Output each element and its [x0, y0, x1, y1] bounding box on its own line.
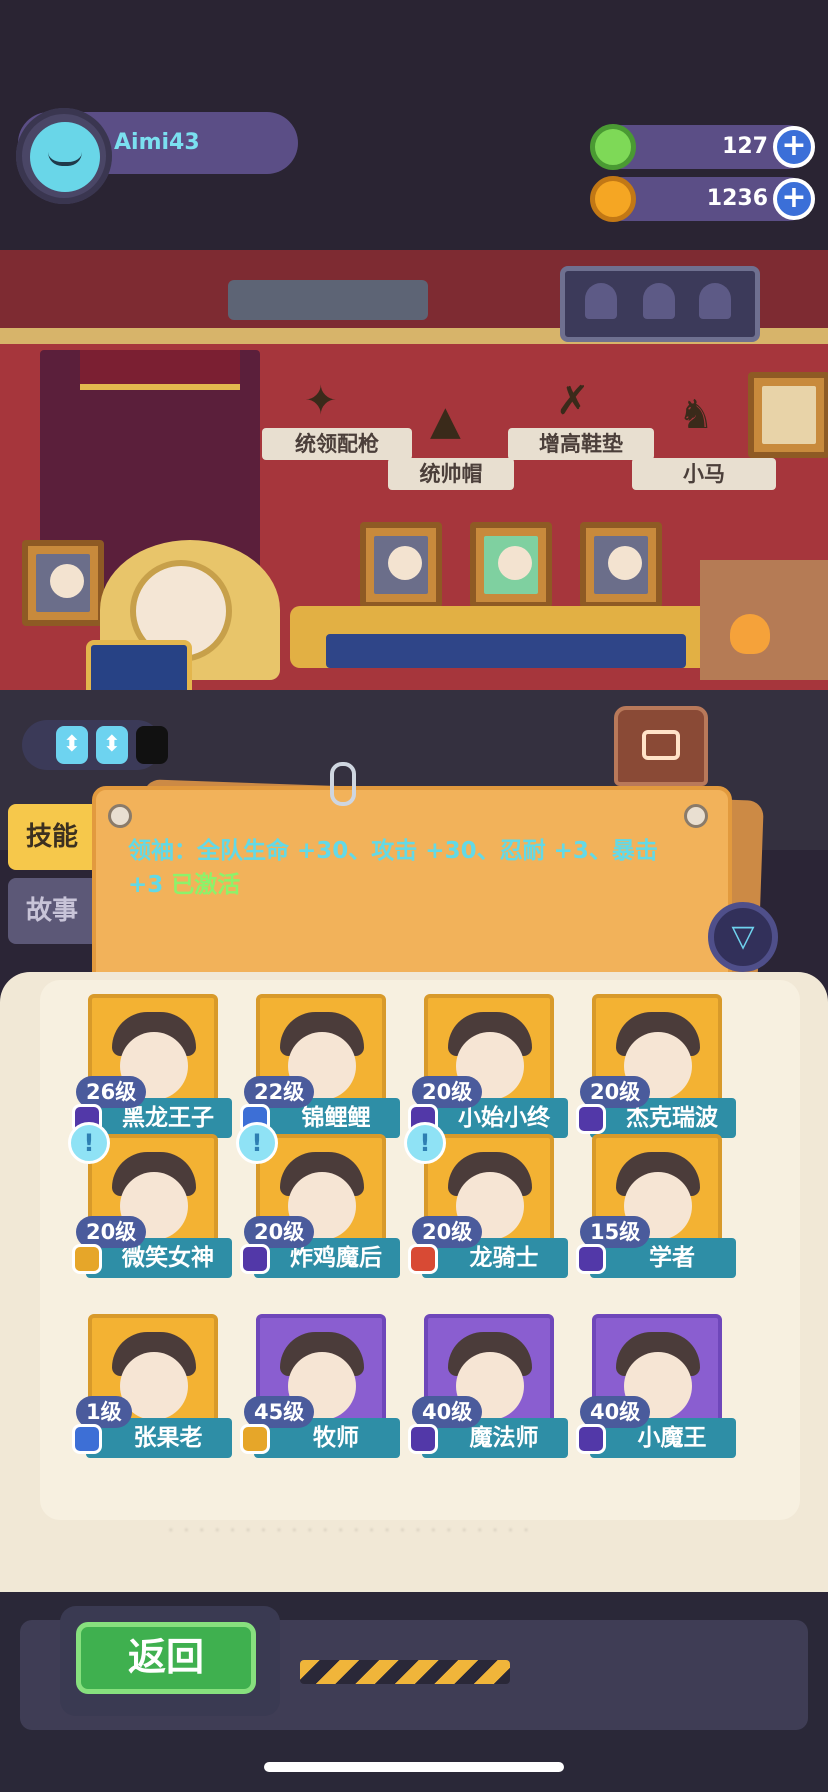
- vent: [228, 280, 428, 320]
- coin-count: 1236: [706, 186, 768, 211]
- home-indicator[interactable]: [264, 1762, 564, 1772]
- equip-label-pistol[interactable]: 统领配枪: [262, 428, 412, 460]
- share-icon: [642, 730, 680, 760]
- fireplace: [700, 560, 828, 680]
- class-badge-icon: [408, 1244, 438, 1274]
- insole-icon[interactable]: ✗: [556, 378, 590, 424]
- charge-empty-slot: [136, 726, 168, 764]
- charge-slots: ⬍ ⬍: [22, 720, 168, 770]
- class-badge-icon: [240, 1424, 270, 1454]
- ghost-display: [560, 266, 760, 342]
- class-badge-icon: [240, 1244, 270, 1274]
- add-coin-button[interactable]: +: [773, 178, 815, 220]
- class-badge-icon: [576, 1424, 606, 1454]
- pin-icon: [684, 804, 708, 828]
- fire-icon: [730, 614, 770, 654]
- charge-icon: ⬍: [96, 726, 128, 764]
- notice-bubble-icon[interactable]: !: [68, 1122, 110, 1164]
- planet-coin-icon: [590, 176, 636, 222]
- class-badge-icon: [576, 1244, 606, 1274]
- paperclip-icon: [330, 762, 356, 806]
- equip-label-insole[interactable]: 增高鞋垫: [508, 428, 654, 460]
- bicorne-hat-icon[interactable]: ▲: [430, 398, 461, 444]
- share-button[interactable]: [614, 706, 708, 786]
- hero-card[interactable]: 魔法师 40级: [408, 1314, 568, 1474]
- skill-status: 已激活: [171, 872, 241, 898]
- equip-label-horse[interactable]: 小马: [632, 458, 776, 490]
- hero-card[interactable]: 牧师 45级: [240, 1314, 400, 1474]
- hero-card[interactable]: 炸鸡魔后 20级!: [236, 1122, 400, 1294]
- back-button[interactable]: 返回: [76, 1622, 256, 1694]
- portrait-frame-1[interactable]: [360, 522, 442, 608]
- curtain-valance: [80, 350, 240, 390]
- ghost-icon: [643, 283, 675, 319]
- pin-icon: [108, 804, 132, 828]
- avatar[interactable]: [30, 122, 100, 192]
- horse-icon[interactable]: ♞: [678, 392, 714, 438]
- class-badge-icon: [576, 1104, 606, 1134]
- hero-card[interactable]: 龙骑士 20级!: [404, 1122, 568, 1294]
- horse-portrait: [748, 372, 828, 458]
- pistol-icon[interactable]: ✦: [304, 378, 338, 424]
- skill-description: 领袖：全队生命 +30、攻击 +30、忍耐 +3、暴击 +3 已激活: [128, 834, 698, 902]
- hero-card[interactable]: 小魔王 40级: [576, 1314, 736, 1474]
- tab-skill[interactable]: 技能: [8, 804, 96, 870]
- filter-icon: ▽: [731, 919, 755, 954]
- portrait-frame-3[interactable]: [580, 522, 662, 608]
- hazard-stripe: [300, 1660, 510, 1684]
- donut-count: 127: [722, 134, 768, 159]
- desk-drawers: [326, 634, 686, 668]
- class-badge-icon: [72, 1424, 102, 1454]
- hero-card[interactable]: 微笑女神 20级!: [68, 1122, 232, 1294]
- ghost-icon: [585, 283, 617, 319]
- ghost-icon: [699, 283, 731, 319]
- charge-icon: ⬍: [56, 726, 88, 764]
- portrait-frame-2[interactable]: [470, 522, 552, 608]
- filter-button[interactable]: ▽: [708, 902, 778, 972]
- donut-icon: [590, 124, 636, 170]
- wall-portrait: [22, 540, 104, 626]
- hero-card[interactable]: 张果老 1级: [72, 1314, 232, 1474]
- tab-story[interactable]: 故事: [8, 878, 96, 944]
- player-name: Aimi43: [114, 130, 200, 155]
- class-badge-icon: [408, 1424, 438, 1454]
- equip-label-hat[interactable]: 统帅帽: [388, 458, 514, 490]
- class-badge-icon: [72, 1244, 102, 1274]
- notice-bubble-icon[interactable]: !: [404, 1122, 446, 1164]
- notice-bubble-icon[interactable]: !: [236, 1122, 278, 1164]
- blurred-footnote: · · · · · · · · · · · · · · · · · · · · …: [168, 1520, 531, 1541]
- hero-card[interactable]: 学者 15级: [576, 1134, 736, 1294]
- hero-card[interactable]: 杰克瑞波 20级: [576, 994, 736, 1154]
- add-donut-button[interactable]: +: [773, 126, 815, 168]
